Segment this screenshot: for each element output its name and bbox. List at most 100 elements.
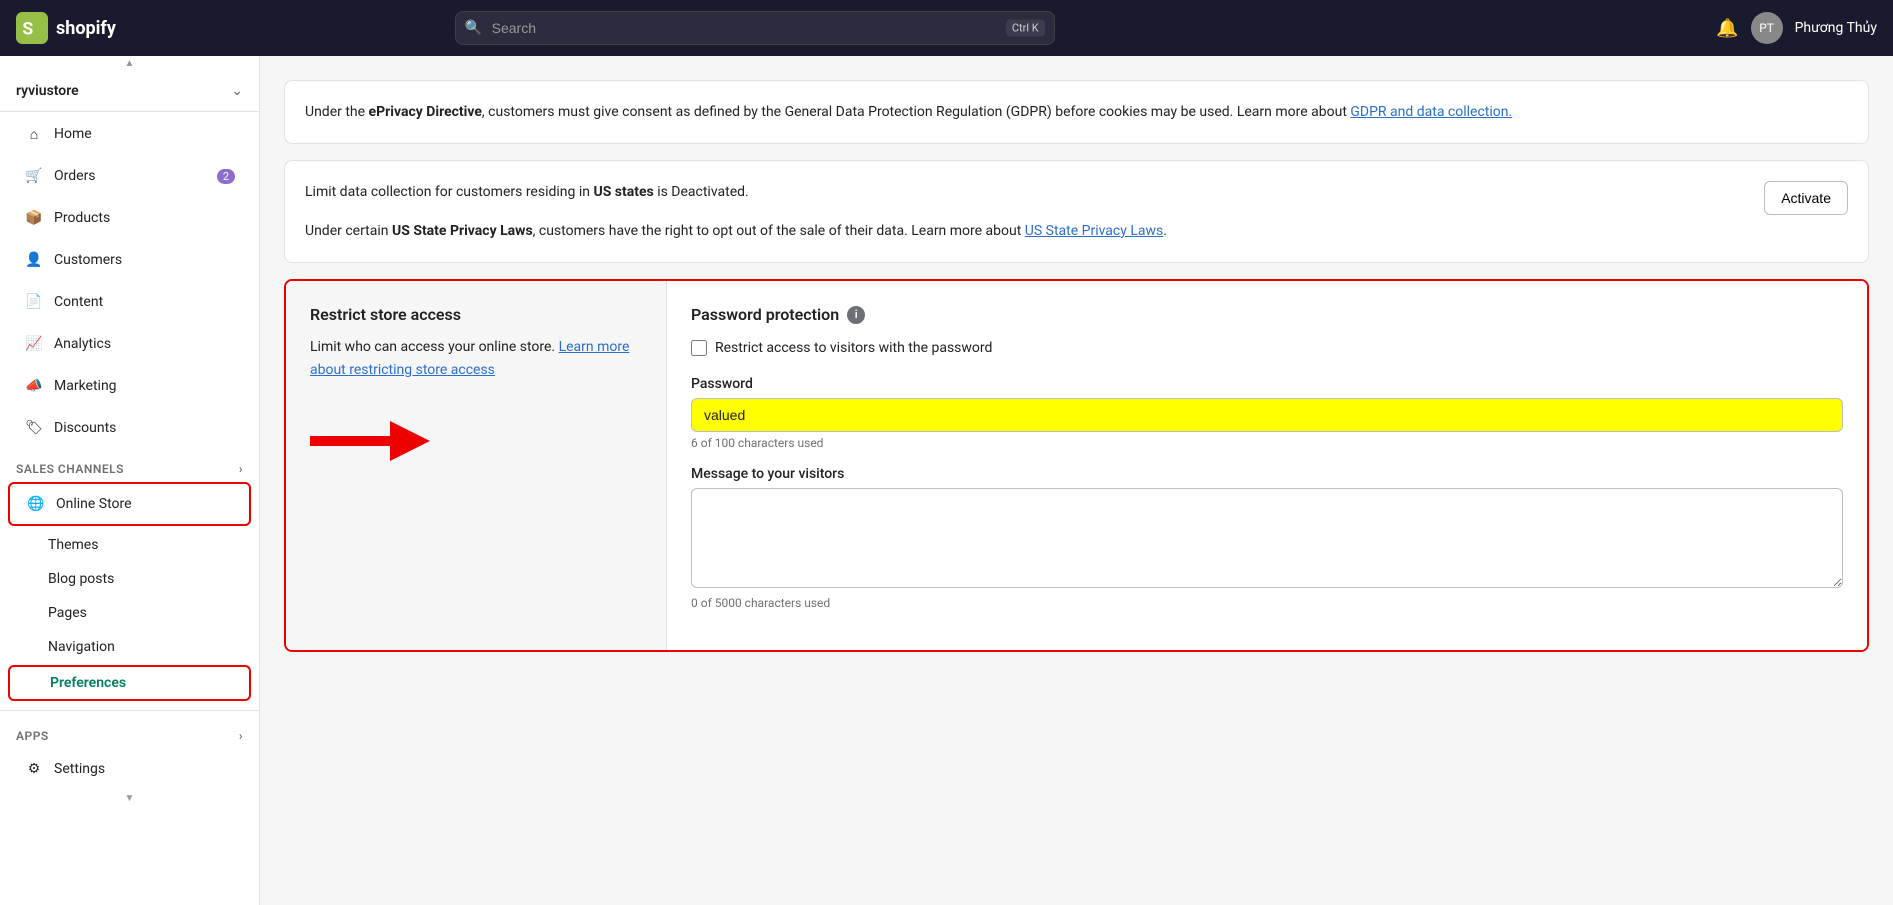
sidebar-item-settings[interactable]: ⚙ Settings	[8, 749, 251, 789]
restrict-access-checkbox[interactable]	[691, 340, 707, 356]
message-field-group: Message to your visitors 0 of 5000 chara…	[691, 466, 1843, 610]
sidebar-item-products[interactable]: 📦 Products	[8, 198, 251, 238]
search-icon: 🔍	[465, 20, 482, 36]
main-layout: ▲ ryviustore ⌄ ⌂ Home 🛒 Orders 2 📦	[0, 56, 1893, 905]
marketing-icon: 📣	[24, 376, 44, 396]
sidebar-sub-item-blog-posts[interactable]: Blog posts	[8, 563, 251, 595]
restrict-access-checkbox-row: Restrict access to visitors with the pas…	[691, 340, 1843, 356]
sidebar-divider	[0, 710, 259, 711]
chevron-down-icon: ⌄	[231, 83, 243, 99]
gdpr-text: Under the ePrivacy Directive, customers …	[305, 101, 1848, 123]
user-name: Phương Thủy	[1795, 20, 1877, 36]
gdpr-link[interactable]: GDPR and data collection.	[1350, 104, 1512, 120]
orders-badge: 2	[217, 169, 235, 184]
us-states-text-area: Limit data collection for customers resi…	[305, 181, 1167, 242]
sidebar-sub-item-blog-posts-label: Blog posts	[48, 571, 114, 587]
search-shortcut-badge: Ctrl K	[1006, 20, 1045, 37]
apps-header: Apps ›	[0, 719, 259, 747]
sidebar-item-home-label: Home	[54, 126, 92, 142]
sidebar-sub-item-themes-label: Themes	[48, 537, 98, 553]
message-label: Message to your visitors	[691, 466, 1843, 482]
us-states-card: Limit data collection for customers resi…	[284, 160, 1869, 263]
restrict-access-label: Restrict access to visitors with the pas…	[715, 340, 992, 356]
home-icon: ⌂	[24, 124, 44, 144]
password-char-count: 6 of 100 characters used	[691, 436, 1843, 450]
us-states-text1: Limit data collection for customers resi…	[305, 181, 1167, 203]
restrict-right-panel: Password protection i Restrict access to…	[666, 281, 1867, 650]
sidebar: ▲ ryviustore ⌄ ⌂ Home 🛒 Orders 2 📦	[0, 56, 260, 905]
message-char-count: 0 of 5000 characters used	[691, 596, 1843, 610]
sidebar-item-orders-label: Orders	[54, 168, 96, 184]
store-name: ryviustore	[16, 83, 79, 99]
apps-label: Apps	[16, 729, 49, 743]
restrict-store-section: Restrict store access Limit who can acce…	[284, 279, 1869, 652]
message-textarea[interactable]	[691, 488, 1843, 588]
sidebar-item-customers-label: Customers	[54, 252, 122, 268]
gdpr-card: Under the ePrivacy Directive, customers …	[284, 80, 1869, 144]
activate-button[interactable]: Activate	[1764, 181, 1848, 215]
restrict-section-desc: Limit who can access your online store. …	[310, 336, 642, 381]
sidebar-sub-item-themes[interactable]: Themes	[8, 529, 251, 561]
logo-area: S shopify	[16, 12, 116, 44]
sidebar-sub-item-preferences-label: Preferences	[50, 675, 126, 691]
sidebar-item-online-store[interactable]: 🌐 Online Store	[8, 482, 251, 526]
activate-btn-area: Activate	[1764, 181, 1848, 215]
info-icon[interactable]: i	[847, 306, 865, 324]
password-input[interactable]	[691, 398, 1843, 432]
us-states-card-row: Limit data collection for customers resi…	[305, 181, 1848, 242]
sidebar-item-discounts[interactable]: 🏷 Discounts	[8, 408, 251, 448]
sidebar-item-marketing-label: Marketing	[54, 378, 117, 394]
store-selector[interactable]: ryviustore ⌄	[0, 71, 259, 112]
discounts-icon: 🏷	[24, 418, 44, 438]
arrow-right-icon	[310, 421, 430, 461]
products-icon: 📦	[24, 208, 44, 228]
search-bar: 🔍 Ctrl K	[455, 11, 1055, 45]
sidebar-item-settings-label: Settings	[54, 761, 105, 777]
sidebar-item-analytics-label: Analytics	[54, 336, 111, 352]
main-nav: ⌂ Home 🛒 Orders 2 📦 Products 👤 Customers	[0, 112, 259, 450]
sidebar-sub-item-navigation-label: Navigation	[48, 639, 115, 655]
password-field-group: Password 6 of 100 characters used	[691, 376, 1843, 450]
content-area: Under the ePrivacy Directive, customers …	[260, 56, 1893, 905]
sidebar-item-content-label: Content	[54, 294, 103, 310]
top-right-area: 🔔 PT Phương Thủy	[1716, 12, 1877, 44]
app-layout: S shopify 🔍 Ctrl K 🔔 PT Phương Thủy ▲ ry…	[0, 0, 1893, 905]
password-protection-title-text: Password protection	[691, 305, 839, 324]
top-bar: S shopify 🔍 Ctrl K 🔔 PT Phương Thủy	[0, 0, 1893, 56]
sidebar-sub-item-preferences[interactable]: Preferences	[8, 665, 251, 701]
us-state-privacy-link[interactable]: US State Privacy Laws	[1025, 223, 1163, 239]
sidebar-sub-item-pages[interactable]: Pages	[8, 597, 251, 629]
sidebar-item-products-label: Products	[54, 210, 110, 226]
apps-expand-icon[interactable]: ›	[239, 729, 243, 743]
sidebar-item-marketing[interactable]: 📣 Marketing	[8, 366, 251, 406]
arrow-container	[310, 421, 642, 461]
scroll-up-arrow[interactable]: ▲	[0, 56, 259, 71]
scroll-down-arrow[interactable]: ▼	[0, 791, 259, 806]
avatar: PT	[1751, 12, 1783, 44]
us-states-text2: Under certain US State Privacy Laws, cus…	[305, 220, 1167, 242]
password-protection-header: Password protection i	[691, 305, 1843, 324]
logo-text: shopify	[56, 18, 116, 39]
content-icon: 📄	[24, 292, 44, 312]
sidebar-item-analytics[interactable]: 📈 Analytics	[8, 324, 251, 364]
sidebar-sub-item-pages-label: Pages	[48, 605, 87, 621]
sales-channels-label: Sales channels	[16, 462, 124, 476]
analytics-icon: 📈	[24, 334, 44, 354]
online-store-icon: 🌐	[26, 494, 46, 514]
sidebar-item-discounts-label: Discounts	[54, 420, 116, 436]
sidebar-sub-item-navigation[interactable]: Navigation	[8, 631, 251, 663]
bell-icon[interactable]: 🔔	[1716, 18, 1738, 39]
sidebar-item-customers[interactable]: 👤 Customers	[8, 240, 251, 280]
sales-channels-header: Sales channels ›	[0, 450, 259, 480]
sidebar-item-home[interactable]: ⌂ Home	[8, 114, 251, 154]
sidebar-item-content[interactable]: 📄 Content	[8, 282, 251, 322]
shopify-logo-icon: S	[16, 12, 48, 44]
search-input[interactable]	[455, 11, 1055, 45]
restrict-section-title: Restrict store access	[310, 305, 642, 324]
sales-channels-expand-icon[interactable]: ›	[239, 462, 243, 476]
customers-icon: 👤	[24, 250, 44, 270]
sidebar-item-online-store-label: Online Store	[56, 496, 132, 512]
sidebar-item-orders[interactable]: 🛒 Orders 2	[8, 156, 251, 196]
restrict-learn-more-link[interactable]: Learn more about restricting store acces…	[310, 339, 629, 377]
orders-icon: 🛒	[24, 166, 44, 186]
